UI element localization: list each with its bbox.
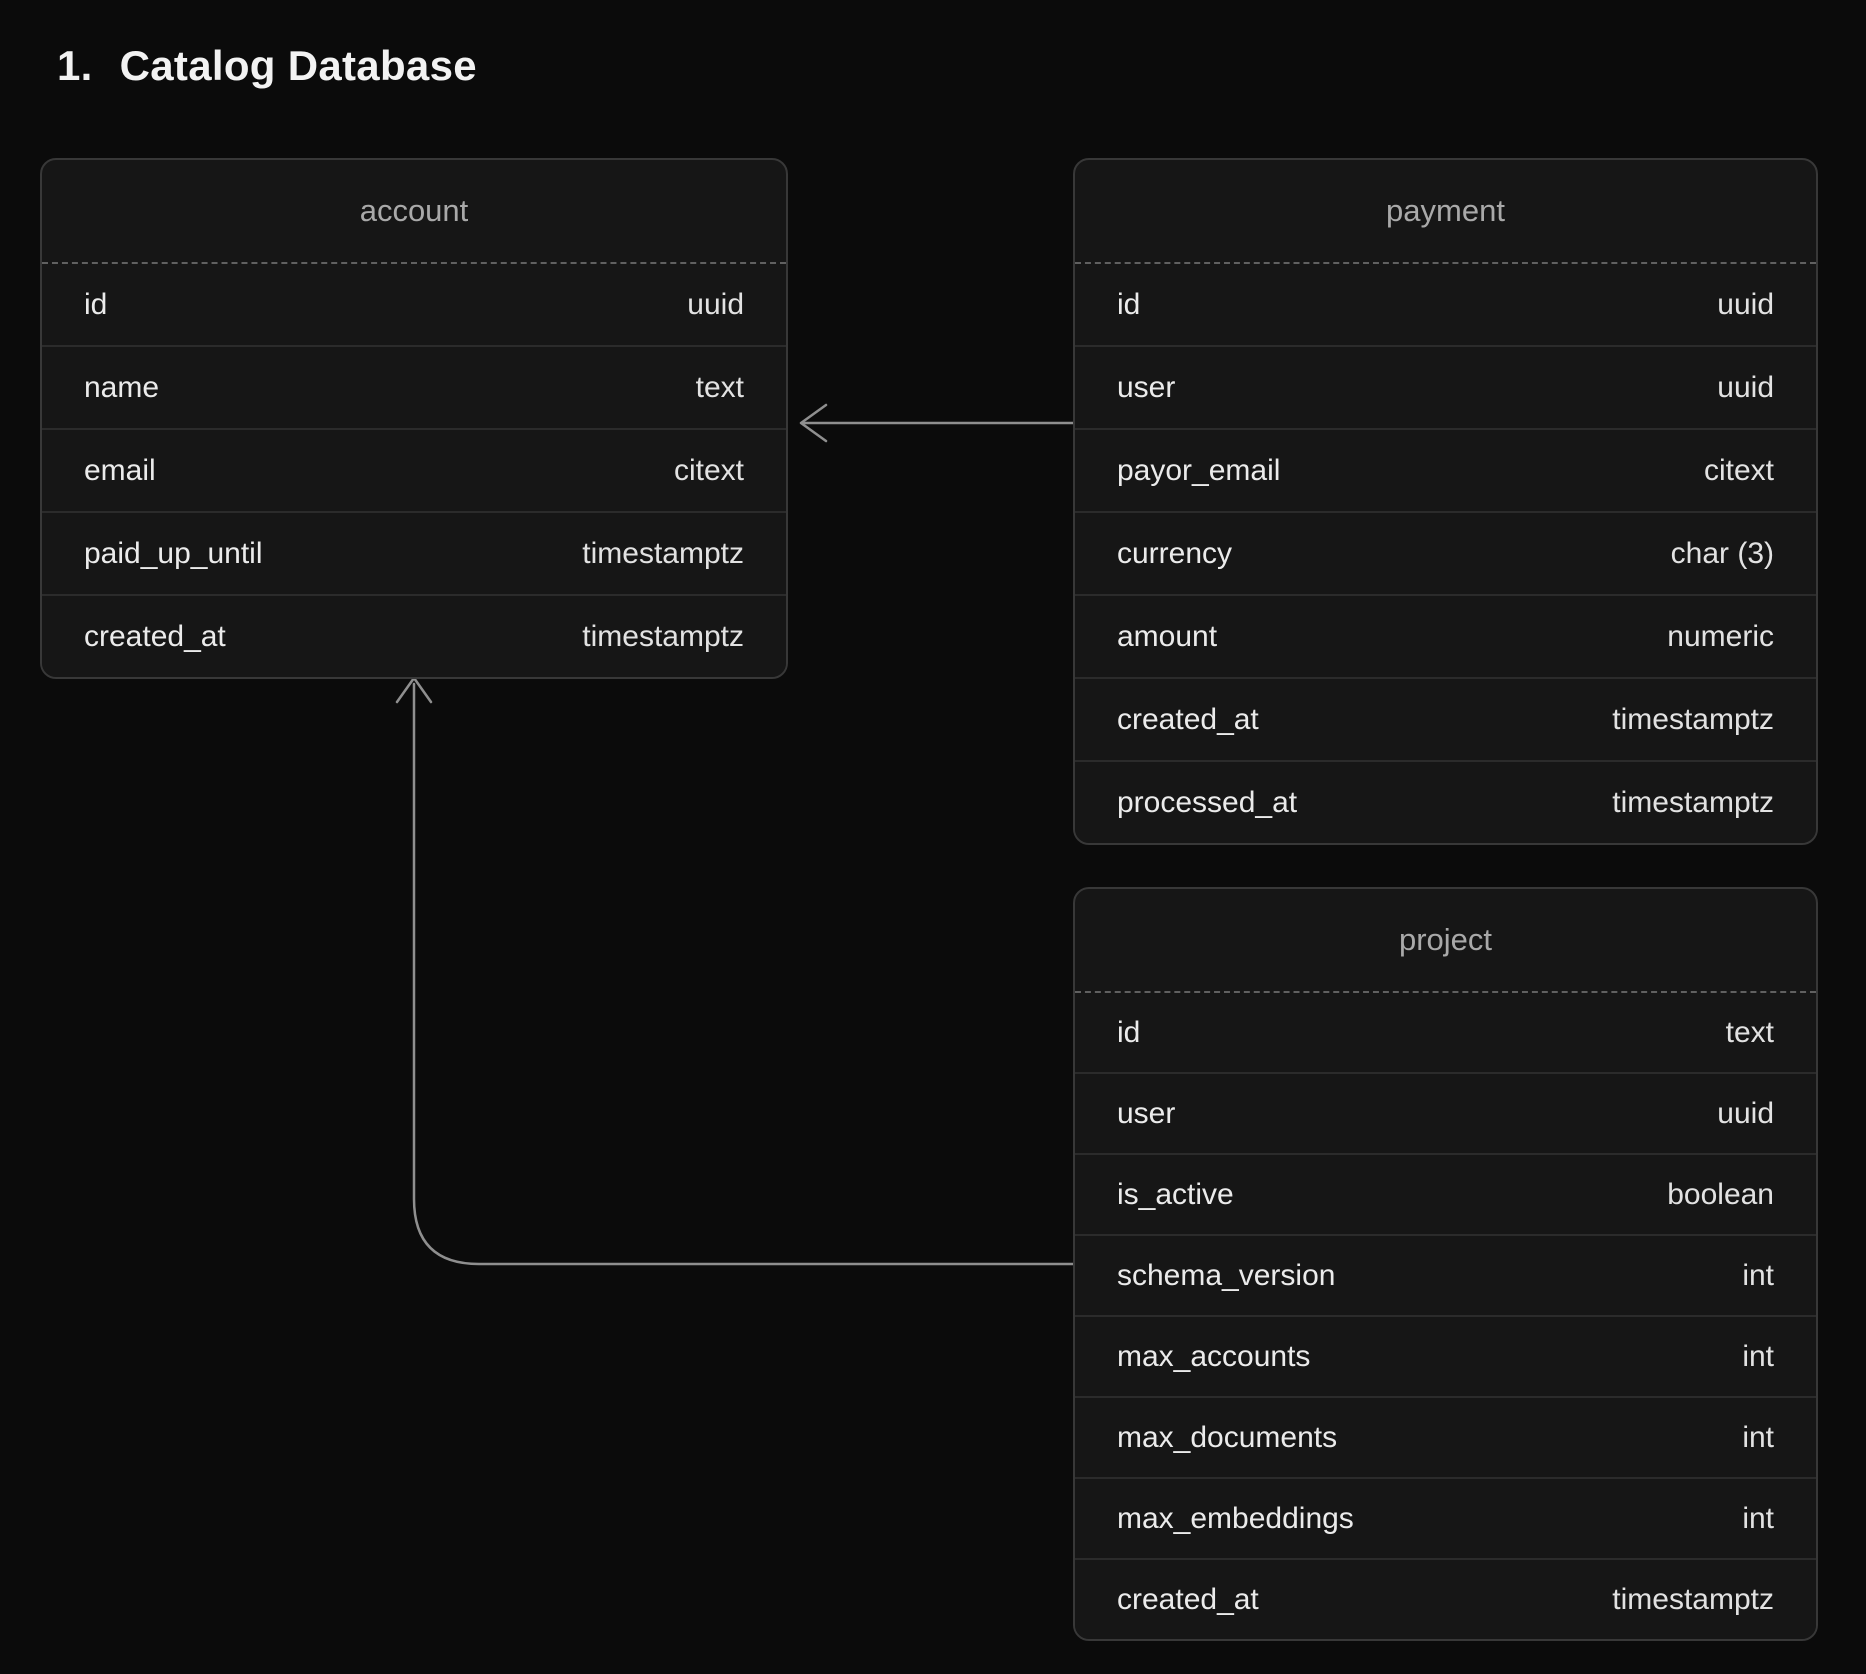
field-name: schema_version (1117, 1259, 1335, 1293)
field-name: user (1117, 1097, 1175, 1131)
table-project[interactable]: project id text user uuid is_active boolean sc… (1073, 887, 1818, 1641)
table-title: project (1399, 922, 1492, 958)
field-name: processed_at (1117, 786, 1297, 820)
table-row: max_accounts int (1075, 1315, 1816, 1396)
field-type: char (3) (1671, 537, 1774, 571)
field-name: id (1117, 288, 1140, 322)
table-row: is_active boolean (1075, 1153, 1816, 1234)
field-type: timestamptz (582, 537, 744, 571)
table-row: created_at timestamptz (1075, 677, 1816, 760)
field-type: uuid (1717, 288, 1774, 322)
table-payment-header[interactable]: payment (1075, 160, 1816, 264)
field-name: max_embeddings (1117, 1502, 1354, 1536)
field-type: boolean (1667, 1178, 1774, 1212)
table-row: paid_up_until timestamptz (42, 511, 786, 594)
field-name: email (84, 454, 156, 488)
arrowhead-up-icon (397, 678, 431, 702)
diagram-canvas[interactable]: 1. Catalog Database account id uuid name te… (0, 0, 1866, 1674)
table-row: id uuid (42, 264, 786, 345)
field-name: paid_up_until (84, 537, 263, 571)
field-type: numeric (1667, 620, 1774, 654)
table-row: user uuid (1075, 1072, 1816, 1153)
field-name: created_at (1117, 1583, 1259, 1617)
field-type: timestamptz (1612, 703, 1774, 737)
field-name: is_active (1117, 1178, 1234, 1212)
relationship-line (414, 684, 1073, 1264)
field-name: max_documents (1117, 1421, 1337, 1455)
table-row: max_documents int (1075, 1396, 1816, 1477)
table-payment[interactable]: payment id uuid user uuid payor_email citext c… (1073, 158, 1818, 845)
table-row: processed_at timestamptz (1075, 760, 1816, 843)
table-row: name text (42, 345, 786, 428)
table-title: account (360, 193, 469, 229)
page-title: 1. Catalog Database (57, 42, 477, 90)
field-type: timestamptz (582, 620, 744, 654)
field-type: uuid (1717, 371, 1774, 405)
field-name: amount (1117, 620, 1217, 654)
table-row: payor_email citext (1075, 428, 1816, 511)
field-name: user (1117, 371, 1175, 405)
field-type: timestamptz (1612, 786, 1774, 820)
field-type: text (1726, 1016, 1774, 1050)
field-type: int (1742, 1340, 1774, 1374)
arrowhead-left-icon (801, 405, 826, 441)
field-name: id (1117, 1016, 1140, 1050)
page-title-text: Catalog Database (120, 42, 477, 90)
field-type: int (1742, 1502, 1774, 1536)
relationship-project-account (397, 678, 1073, 1264)
table-row: currency char (3) (1075, 511, 1816, 594)
table-row: created_at timestamptz (42, 594, 786, 677)
table-row: schema_version int (1075, 1234, 1816, 1315)
table-row: email citext (42, 428, 786, 511)
relationship-payment-account (801, 405, 1073, 441)
table-row: amount numeric (1075, 594, 1816, 677)
table-row: created_at timestamptz (1075, 1558, 1816, 1639)
field-name: created_at (84, 620, 226, 654)
table-title: payment (1386, 193, 1505, 229)
field-type: citext (674, 454, 744, 488)
field-type: citext (1704, 454, 1774, 488)
table-account[interactable]: account id uuid name text email citext paid_up… (40, 158, 788, 679)
field-name: currency (1117, 537, 1232, 571)
field-type: int (1742, 1259, 1774, 1293)
table-account-rows: iduuidnametextemailcitextpaid_up_untilti… (42, 264, 786, 677)
field-type: text (696, 371, 744, 405)
field-name: max_accounts (1117, 1340, 1310, 1374)
field-type: uuid (687, 288, 744, 322)
page-title-number: 1. (57, 42, 93, 90)
table-row: id text (1075, 993, 1816, 1072)
field-name: payor_email (1117, 454, 1280, 488)
field-name: name (84, 371, 159, 405)
table-row: id uuid (1075, 264, 1816, 345)
field-type: uuid (1717, 1097, 1774, 1131)
table-project-rows: id text user uuid is_active boolean schema_ver… (1075, 993, 1816, 1639)
table-payment-rows: iduuiduseruuidpayor_emailcitextcurrencyc… (1075, 264, 1816, 843)
field-type: timestamptz (1612, 1583, 1774, 1617)
table-project-header[interactable]: project (1075, 889, 1816, 993)
field-name: created_at (1117, 703, 1259, 737)
table-row: max_embeddings int (1075, 1477, 1816, 1558)
table-row: user uuid (1075, 345, 1816, 428)
field-name: id (84, 288, 107, 322)
field-type: int (1742, 1421, 1774, 1455)
table-account-header[interactable]: account (42, 160, 786, 264)
